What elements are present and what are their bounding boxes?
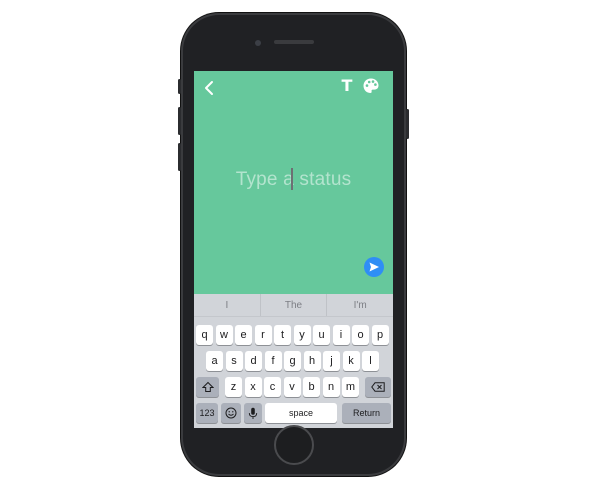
volume-down-button — [178, 143, 181, 171]
send-button[interactable] — [364, 257, 384, 277]
key-w[interactable]: w — [215, 325, 233, 345]
key-u[interactable]: u — [313, 325, 330, 345]
front-camera — [255, 40, 261, 46]
shift-icon — [201, 381, 214, 392]
delete-key[interactable] — [365, 377, 391, 397]
microphone-key[interactable] — [244, 403, 262, 423]
key-l[interactable]: l — [362, 351, 379, 371]
send-arrow-icon — [369, 262, 379, 272]
text-style-icon[interactable]: T — [340, 76, 354, 96]
keyboard-row-2: a s d f g h j k l — [194, 351, 393, 371]
status-composer[interactable]: T Type a status — [194, 71, 393, 294]
key-x[interactable]: x — [244, 377, 262, 397]
emoji-icon — [225, 407, 237, 419]
keyboard-row-1: q w e r t y u i o p — [194, 325, 393, 345]
key-g[interactable]: g — [284, 351, 301, 371]
key-n[interactable]: n — [322, 377, 340, 397]
key-t[interactable]: t — [274, 325, 291, 345]
predictive-text-bar: I The I'm — [194, 294, 393, 317]
numbers-key[interactable]: 123 — [196, 403, 218, 423]
suggestion-2[interactable]: The — [259, 294, 327, 316]
space-key[interactable]: space — [265, 403, 337, 423]
microphone-icon — [248, 407, 258, 419]
key-y[interactable]: y — [293, 325, 311, 345]
phone-screen: T Type a status I The I'm q w e r t y u … — [194, 71, 393, 428]
key-d[interactable]: d — [245, 351, 262, 371]
key-j[interactable]: j — [323, 351, 340, 371]
key-f[interactable]: f — [264, 351, 282, 371]
key-v[interactable]: v — [283, 377, 301, 397]
keyboard-row-3: z x c v b n m — [194, 377, 393, 397]
key-s[interactable]: s — [225, 351, 243, 371]
mute-switch — [178, 79, 181, 94]
earpiece-speaker — [274, 40, 314, 44]
key-m[interactable]: m — [342, 377, 359, 397]
key-z[interactable]: z — [225, 377, 242, 397]
key-i[interactable]: i — [332, 325, 350, 345]
key-h[interactable]: h — [303, 351, 321, 371]
home-button[interactable] — [274, 425, 314, 465]
phone-device: T Type a status I The I'm q w e r t y u … — [178, 13, 409, 476]
suggestion-3[interactable]: I'm — [326, 294, 393, 316]
key-q[interactable]: q — [196, 325, 213, 345]
status-text-field[interactable]: Type a status — [194, 166, 393, 194]
backspace-icon — [371, 382, 385, 392]
return-key[interactable]: Return — [342, 403, 391, 423]
shift-key[interactable] — [196, 377, 219, 397]
keyboard-row-4: 123 space Return — [194, 403, 393, 423]
chevron-left-icon[interactable] — [202, 80, 218, 96]
key-e[interactable]: e — [235, 325, 252, 345]
status-placeholder: Type a status — [235, 169, 352, 190]
key-a[interactable]: a — [206, 351, 223, 371]
key-r[interactable]: r — [254, 325, 272, 345]
power-button — [406, 109, 409, 139]
key-k[interactable]: k — [342, 351, 360, 371]
palette-icon[interactable] — [362, 77, 380, 95]
key-c[interactable]: c — [264, 377, 281, 397]
key-b[interactable]: b — [303, 377, 320, 397]
key-o[interactable]: o — [352, 325, 369, 345]
text-caret — [291, 168, 293, 190]
emoji-key[interactable] — [221, 403, 241, 423]
suggestion-1[interactable]: I — [194, 294, 260, 316]
key-p[interactable]: p — [371, 325, 389, 345]
keyboard: q w e r t y u i o p a s d f g h j k l z … — [194, 317, 393, 428]
volume-up-button — [178, 107, 181, 135]
